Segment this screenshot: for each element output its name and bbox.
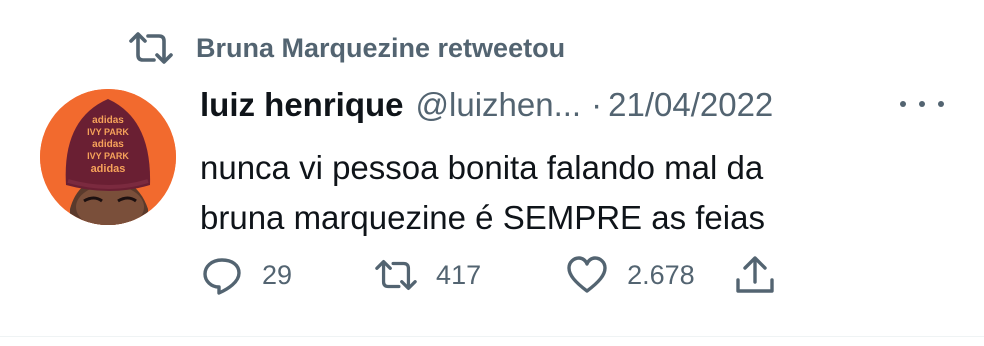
share-icon: [735, 256, 774, 293]
header-separator: ·: [591, 86, 603, 123]
avatar-image: adidas IVY PARK adidas IVY PARK adidas: [40, 89, 176, 225]
tweet-date[interactable]: 21/04/2022: [608, 86, 773, 124]
svg-text:adidas: adidas: [92, 115, 124, 126]
tweet-actions: 29 417 2.678: [200, 255, 777, 295]
retweet-context[interactable]: Bruna Marquezine retweetou: [128, 30, 565, 66]
svg-text:IVY PARK: IVY PARK: [87, 151, 129, 161]
divider: [0, 336, 984, 337]
avatar[interactable]: adidas IVY PARK adidas IVY PARK adidas: [40, 89, 176, 225]
svg-text:adidas: adidas: [92, 139, 124, 150]
author-handle[interactable]: @luizhen...: [416, 86, 582, 124]
like-count: 2.678: [627, 259, 695, 290]
tweet-text-line: nunca vi pessoa bonita falando mal da: [200, 149, 764, 186]
svg-text:IVY PARK: IVY PARK: [87, 127, 129, 137]
tweet-text: nunca vi pessoa bonita falando mal da br…: [200, 143, 900, 243]
tweet-header: luiz henrique @luizhen... · 21/04/2022: [200, 86, 773, 124]
retweet-context-label: Bruna Marquezine retweetou: [196, 32, 566, 63]
tweet-text-line: bruna marquezine é SEMPRE as feias: [200, 199, 765, 236]
reply-count: 29: [262, 259, 293, 290]
retweet-button[interactable]: 417: [374, 255, 481, 295]
author-name[interactable]: luiz henrique: [200, 86, 404, 124]
like-button[interactable]: 2.678: [565, 255, 695, 295]
more-options-icon[interactable]: [900, 94, 944, 114]
share-button[interactable]: [733, 255, 777, 295]
retweet-icon: [129, 32, 173, 64]
reply-button[interactable]: 29: [200, 255, 292, 295]
like-icon: [567, 256, 607, 293]
reply-icon: [203, 258, 241, 295]
retweet-icon: [375, 259, 417, 291]
svg-text:adidas: adidas: [91, 163, 126, 175]
retweet-count: 417: [436, 259, 482, 290]
